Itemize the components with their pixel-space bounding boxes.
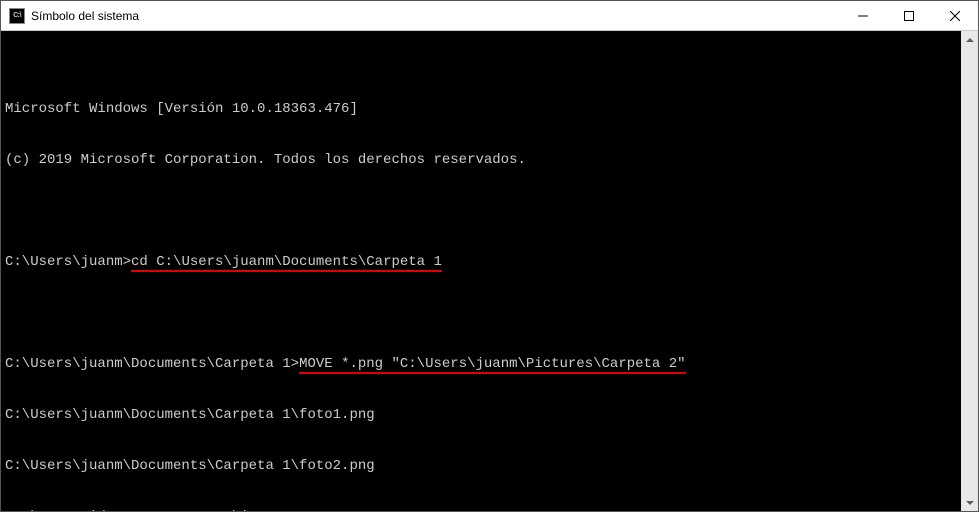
scrollbar-track[interactable] — [961, 48, 978, 494]
command-highlighted: cd C:\Users\juanm\Documents\Carpeta 1 — [131, 254, 442, 271]
terminal-line: C:\Users\juanm\Documents\Carpeta 1>MOVE … — [5, 356, 954, 373]
terminal-line: C:\Users\juanm\Documents\Carpeta 1\foto2… — [5, 458, 954, 475]
scroll-down-arrow-icon[interactable] — [961, 494, 978, 511]
terminal-line — [5, 203, 954, 220]
window-controls — [840, 1, 978, 30]
window-title: Símbolo del sistema — [31, 9, 840, 23]
terminal-line: C:\Users\juanm\Documents\Carpeta 1\foto1… — [5, 407, 954, 424]
prompt-prefix: C:\Users\juanm> — [5, 254, 131, 270]
terminal-line: (c) 2019 Microsoft Corporation. Todos lo… — [5, 152, 954, 169]
terminal-area[interactable]: Microsoft Windows [Versión 10.0.18363.47… — [1, 31, 978, 511]
command-highlighted: MOVE *.png "C:\Users\juanm\Pictures\Carp… — [299, 356, 685, 373]
vertical-scrollbar[interactable] — [961, 31, 978, 511]
minimize-button[interactable] — [840, 1, 886, 30]
maximize-button[interactable] — [886, 1, 932, 30]
scroll-up-arrow-icon[interactable] — [961, 31, 978, 48]
close-button[interactable] — [932, 1, 978, 30]
terminal-line: Se han movido 2 archivos. — [5, 509, 954, 511]
terminal-line: Microsoft Windows [Versión 10.0.18363.47… — [5, 101, 954, 118]
terminal-line — [5, 305, 954, 322]
terminal-line: C:\Users\juanm>cd C:\Users\juanm\Documen… — [5, 254, 954, 271]
cmd-icon: C:\ — [9, 8, 25, 24]
window-titlebar: C:\ Símbolo del sistema — [1, 1, 978, 31]
prompt-prefix: C:\Users\juanm\Documents\Carpeta 1> — [5, 356, 299, 372]
terminal-output: Microsoft Windows [Versión 10.0.18363.47… — [5, 67, 974, 511]
